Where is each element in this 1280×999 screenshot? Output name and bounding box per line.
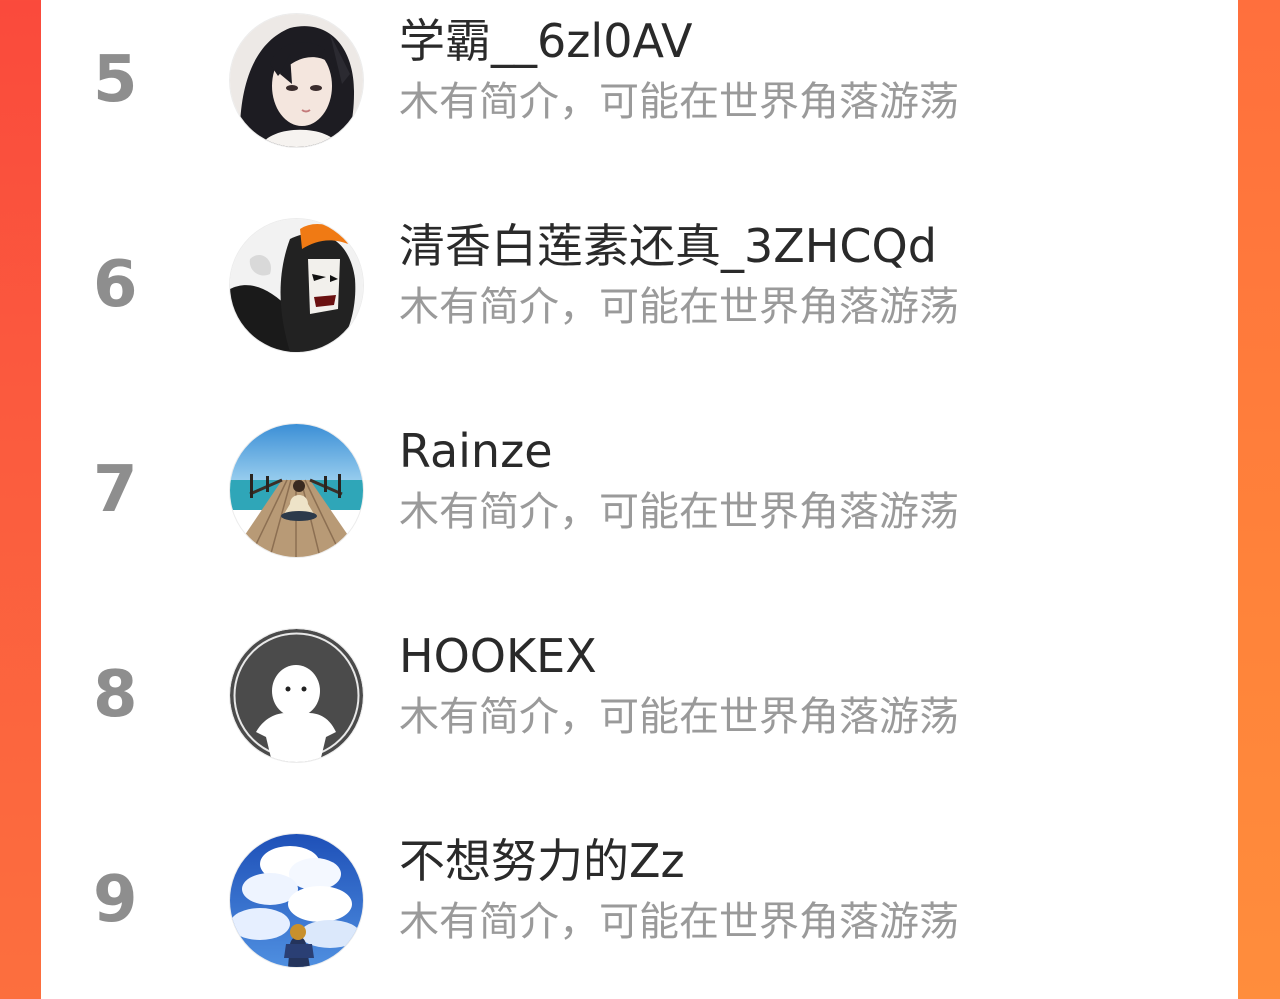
- list-item[interactable]: 6 清香白莲素还真_3ZHCQd 木有简介，可能在世界角落游荡: [41, 205, 1238, 409]
- user-bio: 木有简介，可能在世界角落游荡: [399, 489, 959, 535]
- user-name[interactable]: 学霸__6zl0AV: [399, 14, 692, 69]
- list-item[interactable]: 8 HOOKEX 木有简介，可能在世界角落游荡: [41, 615, 1238, 819]
- user-name[interactable]: 清香白莲素还真_3ZHCQd: [399, 219, 937, 274]
- user-bio: 木有简介，可能在世界角落游荡: [399, 899, 959, 945]
- user-bio: 木有简介，可能在世界角落游荡: [399, 694, 959, 740]
- default-avatar-icon[interactable]: [230, 629, 363, 762]
- user-name[interactable]: 不想努力的Zz: [399, 834, 685, 889]
- sky-clouds-avatar-icon[interactable]: [230, 834, 363, 967]
- user-name[interactable]: Rainze: [399, 424, 553, 479]
- rank-number: 5: [93, 43, 138, 117]
- user-bio: 木有简介，可能在世界角落游荡: [399, 79, 959, 125]
- rank-number: 7: [93, 453, 138, 527]
- anime-avatar-icon[interactable]: [230, 14, 363, 147]
- masked-character-avatar-icon[interactable]: [230, 219, 363, 352]
- user-name[interactable]: HOOKEX: [399, 629, 597, 684]
- list-item[interactable]: 9 不想努力的Zz 木有简介，可能在世界角落游荡: [41, 820, 1238, 999]
- right-gradient-edge: [1236, 0, 1280, 999]
- rank-number: 8: [93, 658, 138, 732]
- user-bio: 木有简介，可能在世界角落游荡: [399, 284, 959, 330]
- list-item[interactable]: 7 Rainze 木有简介，可能在世界角落游荡: [41, 410, 1238, 614]
- rank-number: 9: [93, 863, 138, 937]
- rank-number: 6: [93, 248, 138, 322]
- pier-photo-avatar-icon[interactable]: [230, 424, 363, 557]
- list-item[interactable]: 5 学霸__6zl0AV 木有简介，可能在世界角落游荡: [41, 0, 1238, 204]
- ranking-list: 5 学霸__6zl0AV 木有简介，可能在世界角落游荡 6 清香白莲素还真_3Z…: [41, 0, 1238, 999]
